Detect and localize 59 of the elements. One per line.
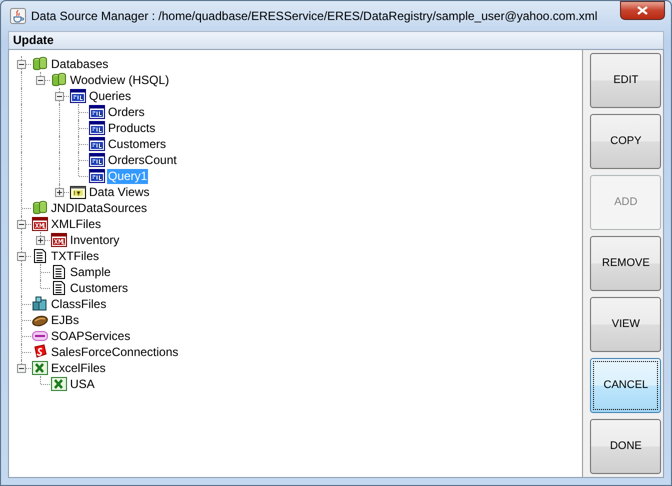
collapse-icon[interactable] (17, 252, 26, 261)
action-button[interactable]: CANCEL (590, 358, 662, 413)
document-icon (51, 264, 67, 280)
tree-item[interactable]: Woodview (HSQL) (69, 72, 170, 88)
tree-item[interactable]: XMLFiles (50, 216, 102, 232)
database-icon (32, 200, 48, 216)
collapse-icon[interactable] (17, 220, 26, 229)
expand-icon[interactable] (55, 188, 64, 197)
spreadsheet-icon (51, 376, 67, 392)
tree-item[interactable]: Queries (88, 88, 132, 104)
spreadsheet-icon (32, 360, 48, 376)
expand-icon[interactable] (36, 236, 45, 245)
action-button[interactable]: REMOVE (590, 236, 662, 291)
tree-item[interactable]: Sample (69, 264, 112, 280)
sql-icon (89, 168, 105, 184)
dataview-icon (70, 184, 86, 200)
tree-item[interactable]: Customers (69, 280, 130, 296)
xml-icon (32, 216, 48, 232)
tree-item[interactable]: USA (69, 376, 96, 392)
collapse-icon[interactable] (55, 92, 64, 101)
action-button[interactable]: COPY (590, 114, 662, 169)
tree-item[interactable]: SOAPServices (50, 328, 132, 344)
tree-item[interactable]: TXTFiles (50, 248, 100, 264)
cubes-icon (32, 296, 48, 312)
action-button[interactable]: DONE (590, 419, 662, 474)
tree-item[interactable]: Orders (107, 104, 146, 120)
document-icon (51, 280, 67, 296)
close-icon (637, 6, 648, 15)
sql-icon (70, 88, 86, 104)
menu-item[interactable]: Update (13, 33, 54, 48)
tree-item[interactable]: OrdersCount (107, 152, 178, 168)
sql-icon (89, 152, 105, 168)
collapse-icon[interactable] (36, 76, 45, 85)
action-button[interactable]: EDIT (590, 53, 662, 108)
tree-item[interactable]: JNDIDataSources (50, 200, 148, 216)
tree-item[interactable]: Data Views (88, 184, 150, 200)
sql-icon (89, 120, 105, 136)
tree-item[interactable]: EJBs (50, 312, 80, 328)
tree-item[interactable]: Inventory (69, 232, 120, 248)
tree-item[interactable]: Databases (50, 56, 110, 72)
collapse-icon[interactable] (17, 60, 26, 69)
close-button[interactable] (620, 1, 665, 20)
tree-item[interactable]: ExcelFiles (50, 360, 107, 376)
tree-item[interactable]: Products (107, 120, 156, 136)
database-icon (32, 56, 48, 72)
window-title: Data Source Manager : /home/quadbase/ERESService/ERES/DataRegistry/sample_user@yahoo.com.xml (31, 8, 598, 25)
tree-item[interactable]: SalesForceConnections (50, 344, 180, 360)
tree-item[interactable]: ClassFiles (50, 296, 108, 312)
sql-icon (89, 136, 105, 152)
collapse-icon[interactable] (17, 364, 26, 373)
sql-icon (89, 104, 105, 120)
action-button[interactable]: VIEW (590, 297, 662, 352)
tree-item[interactable]: Customers (107, 136, 168, 152)
s-logo-icon (32, 344, 48, 360)
xml-icon (51, 232, 67, 248)
database-icon (51, 72, 67, 88)
soap-icon (32, 328, 48, 344)
java-cup-icon (10, 8, 26, 24)
document-icon (32, 248, 48, 264)
